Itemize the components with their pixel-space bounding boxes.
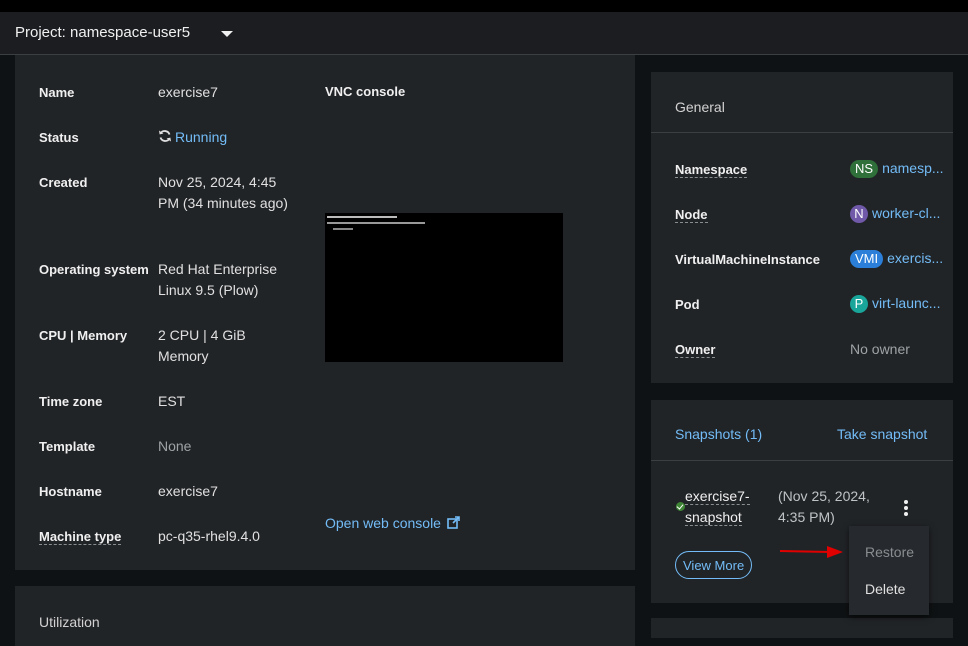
snapshot-name: exercise7-snapshot (685, 486, 765, 528)
label-pod: Pod (675, 297, 700, 312)
value-template: None (158, 438, 192, 454)
value-name: exercise7 (158, 84, 218, 100)
menu-item-delete[interactable]: Delete (865, 581, 905, 597)
menu-item-restore[interactable]: Restore (865, 544, 914, 560)
annotation-arrow-icon (780, 546, 843, 558)
label-hostname: Hostname (39, 484, 102, 499)
details-card: Name exercise7 Status Running Created No… (15, 55, 635, 570)
label-os: Operating system (39, 262, 149, 277)
value-pod[interactable]: Pvirt-launc... (850, 295, 940, 314)
general-title: General (675, 99, 725, 115)
value-os: Red Hat Enterprise Linux 9.5 (Plow) (158, 261, 278, 298)
snapshot-name-text: exercise7-snapshot (685, 488, 750, 526)
next-card (651, 618, 953, 638)
node-link[interactable]: worker-cl... (872, 205, 940, 221)
divider (651, 460, 953, 461)
take-snapshot-link[interactable]: Take snapshot (837, 426, 927, 442)
sync-icon (159, 130, 171, 142)
value-owner: No owner (850, 341, 910, 357)
value-hostname: exercise7 (158, 483, 218, 499)
label-node: Node (675, 207, 708, 223)
snapshot-date: (Nov 25, 2024, 4:35 PM) (778, 488, 870, 525)
open-web-console-label: Open web console (325, 515, 441, 531)
label-vmi: VirtualMachineInstance (675, 252, 820, 267)
label-namespace: Namespace (675, 162, 748, 178)
value-node[interactable]: Nworker-cl... (850, 205, 940, 224)
masthead (0, 0, 968, 12)
utilization-card: Utilization (15, 586, 635, 646)
label-template: Template (39, 439, 96, 454)
value-cpu-memory: 2 CPU | 4 GiB Memory (158, 327, 246, 364)
view-more-button[interactable]: View More (675, 551, 753, 579)
utilization-title: Utilization (39, 614, 100, 630)
snapshot-actions-menu: Restore Delete (849, 526, 929, 615)
divider (651, 132, 953, 133)
value-machine-type: pc-q35-rhel9.4.0 (158, 528, 260, 544)
value-namespace[interactable]: NS namesp... (850, 160, 944, 179)
caret-down-icon[interactable] (221, 31, 233, 37)
value-timezone: EST (158, 393, 186, 409)
vmi-link[interactable]: exercis... (887, 250, 943, 266)
project-selector[interactable]: Project: namespace-user5 (15, 24, 190, 41)
status-running[interactable]: Running (175, 129, 227, 145)
success-icon (676, 502, 685, 511)
label-owner: Owner (675, 342, 716, 358)
pod-link[interactable]: virt-launc... (872, 295, 940, 311)
vnc-text-line (327, 222, 425, 224)
pod-badge: P (850, 295, 868, 314)
label-timezone: Time zone (39, 394, 103, 409)
label-machine-type-text: Machine type (39, 529, 122, 545)
label-machine-type: Machine type (39, 529, 122, 545)
label-owner-text: Owner (675, 342, 716, 358)
vnc-console-screen[interactable] (325, 213, 563, 362)
label-cpu-memory: CPU | Memory (39, 328, 128, 343)
project-bar: Project: namespace-user5 (0, 12, 968, 55)
vnc-console-title: VNC console (325, 84, 406, 99)
node-badge: N (850, 205, 868, 224)
open-web-console-link[interactable]: Open web console (325, 515, 460, 531)
vnc-text-line (333, 228, 353, 230)
label-status: Status (39, 130, 79, 145)
general-card: General Namespace NS namesp... Node Nwork… (651, 72, 953, 383)
vnc-text-line (327, 216, 397, 218)
external-link-icon (447, 516, 460, 529)
kebab-menu-icon[interactable] (903, 500, 909, 516)
snapshots-link[interactable]: Snapshots (1) (675, 426, 762, 442)
namespace-badge: NS (850, 160, 879, 179)
label-node-text: Node (675, 207, 708, 223)
namespace-link[interactable]: namesp... (882, 160, 943, 176)
value-status: Running (158, 127, 298, 148)
label-namespace-text: Namespace (675, 162, 748, 178)
vmi-badge: VMI (850, 250, 884, 269)
label-created: Created (39, 175, 88, 190)
label-name: Name (39, 85, 75, 100)
value-created: Nov 25, 2024, 4:45 PM (34 minutes ago) (158, 174, 288, 211)
value-vmi[interactable]: VMI exercis... (850, 250, 943, 269)
